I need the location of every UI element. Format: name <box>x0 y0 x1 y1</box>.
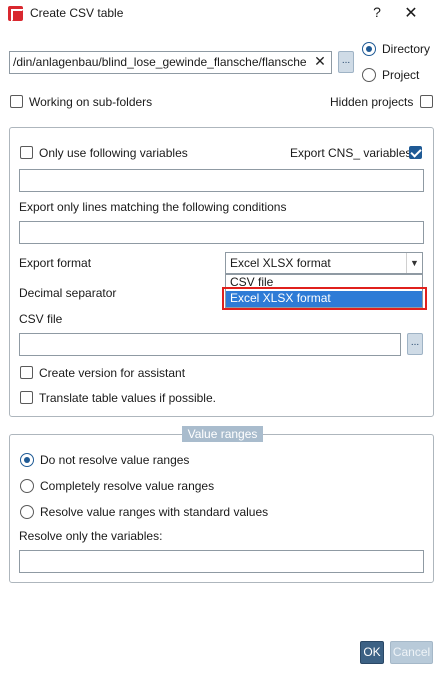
window-title: Create CSV table <box>30 6 124 20</box>
resolve-standard-label: Resolve value ranges with standard value… <box>40 505 269 519</box>
app-logo-icon <box>8 6 24 22</box>
export-cns-variables-label: Export CNS_ variables <box>290 146 412 160</box>
cancel-button[interactable]: Cancel <box>390 641 433 664</box>
csv-file-input[interactable] <box>19 333 401 356</box>
export-format-label: Export format <box>19 256 92 270</box>
path-input[interactable]: /din/anlagenbau/blind_lose_gewinde_flans… <box>9 51 332 74</box>
close-button[interactable]: ✕ <box>402 3 420 23</box>
create-version-checkbox[interactable] <box>20 366 33 379</box>
export-cns-variables-checkbox[interactable] <box>409 146 422 159</box>
directory-radio-label: Directory <box>382 42 431 56</box>
project-radio[interactable] <box>362 68 376 82</box>
conditions-label: Export only lines matching the following… <box>19 200 287 214</box>
browse-csv-button[interactable]: ... <box>407 333 423 355</box>
help-button[interactable]: ? <box>369 4 385 22</box>
only-use-variables-checkbox[interactable] <box>20 146 33 159</box>
export-format-select[interactable]: Excel XLSX format <box>225 252 423 274</box>
translate-values-checkbox[interactable] <box>20 391 33 404</box>
browse-path-button[interactable]: ... <box>338 51 354 73</box>
ok-button[interactable]: OK <box>360 641 384 664</box>
clear-path-icon[interactable]: ✕ <box>312 53 328 71</box>
translate-values-label: Translate table values if possible. <box>39 391 216 405</box>
create-version-label: Create version for assistant <box>39 366 186 380</box>
resolve-only-label: Resolve only the variables: <box>19 529 163 543</box>
hidden-projects-label: Hidden projects <box>330 95 414 109</box>
working-on-subfolders-checkbox[interactable] <box>10 95 23 108</box>
resolve-standard-radio[interactable] <box>20 505 34 519</box>
completely-resolve-label: Completely resolve value ranges <box>40 479 215 493</box>
value-ranges-legend: Value ranges <box>182 426 263 442</box>
highlight-box <box>222 287 427 310</box>
resolve-only-input[interactable] <box>19 550 424 573</box>
variables-input[interactable] <box>19 169 424 192</box>
do-not-resolve-label: Do not resolve value ranges <box>40 453 190 467</box>
conditions-input[interactable] <box>19 221 424 244</box>
do-not-resolve-radio[interactable] <box>20 453 34 467</box>
chevron-down-icon[interactable]: ▼ <box>406 253 422 273</box>
directory-radio[interactable] <box>362 42 376 56</box>
hidden-projects-checkbox[interactable] <box>420 95 433 108</box>
project-radio-label: Project <box>382 68 420 82</box>
completely-resolve-radio[interactable] <box>20 479 34 493</box>
working-on-subfolders-label: Working on sub-folders <box>29 95 153 109</box>
only-use-variables-label: Only use following variables <box>39 146 188 160</box>
csv-file-label: CSV file <box>19 312 63 326</box>
decimal-separator-label: Decimal separator <box>19 286 117 300</box>
